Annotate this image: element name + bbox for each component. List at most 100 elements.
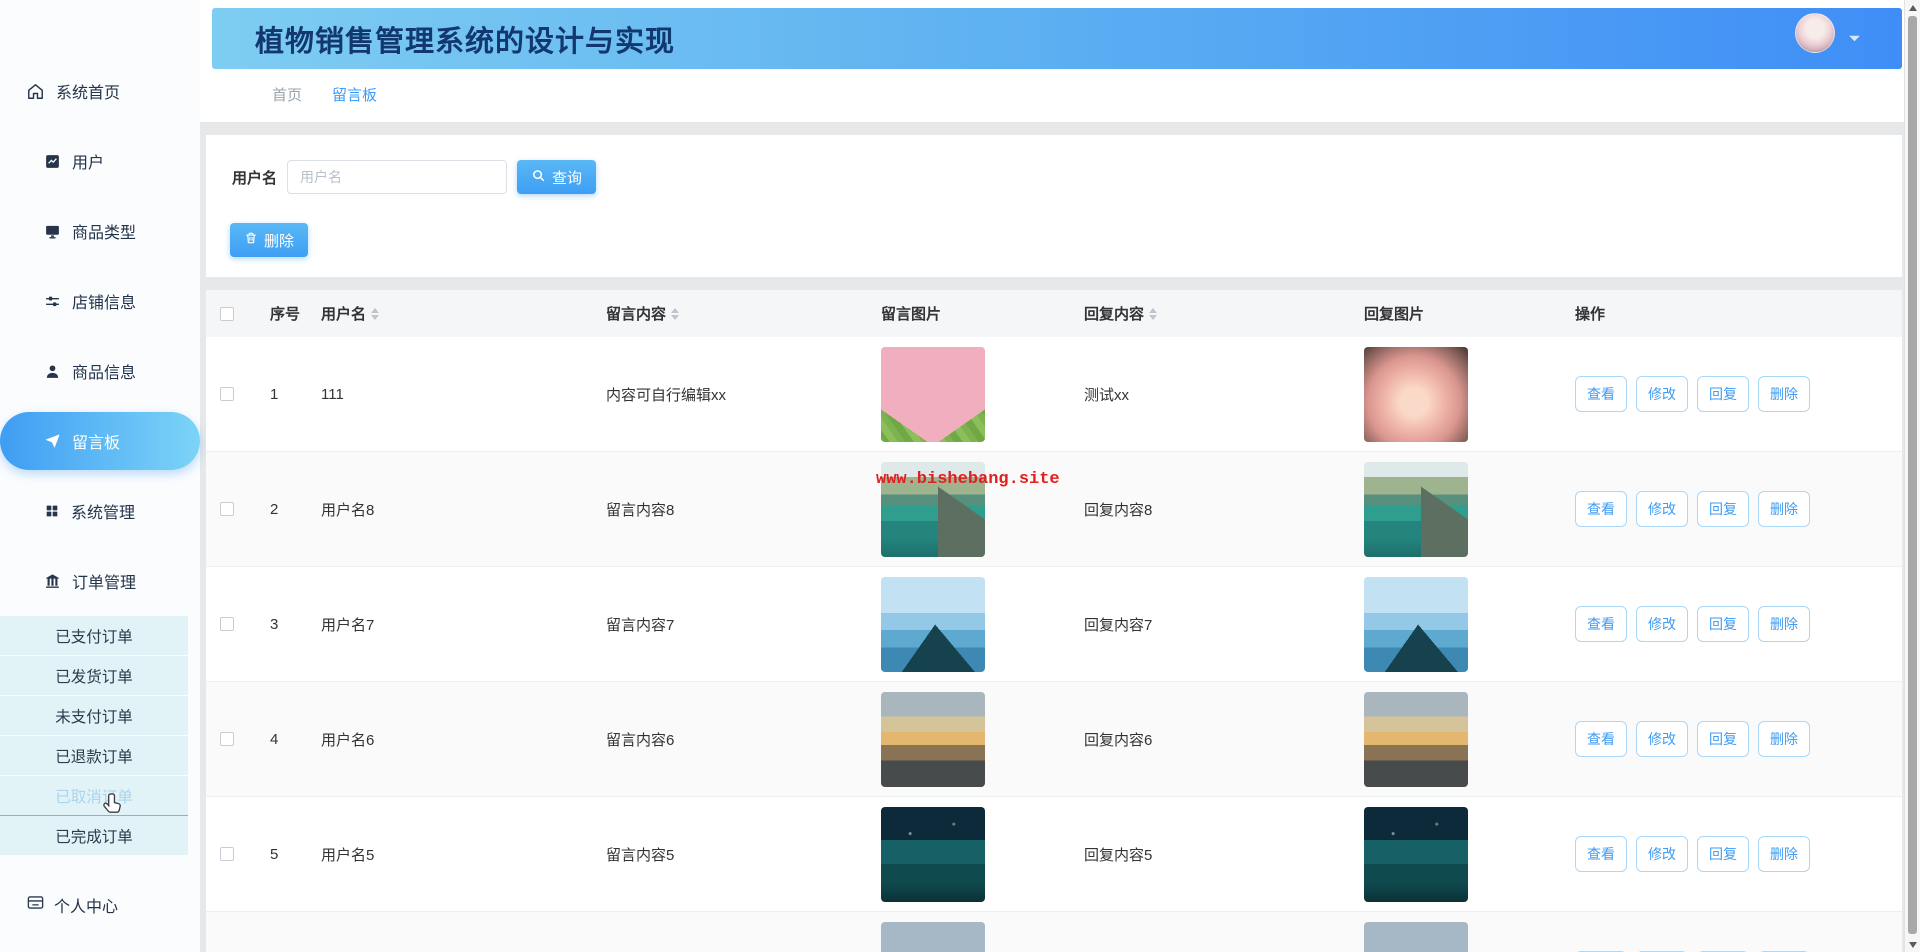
bulk-delete-button[interactable]: 删除 bbox=[230, 223, 308, 257]
reply-button[interactable]: 回复 bbox=[1697, 376, 1749, 412]
view-button[interactable]: 查看 bbox=[1575, 376, 1627, 412]
row-message-content: 留言内容7 bbox=[592, 567, 872, 681]
trash-icon bbox=[244, 231, 258, 249]
sidebar-item-message-board[interactable]: 留言板 bbox=[0, 412, 200, 470]
edit-button[interactable]: 修改 bbox=[1636, 376, 1688, 412]
sort-carets-icon[interactable] bbox=[371, 308, 379, 320]
sort-carets-icon[interactable] bbox=[1149, 308, 1157, 320]
edit-button[interactable]: 修改 bbox=[1636, 836, 1688, 872]
row-message-image-cell bbox=[872, 337, 1068, 451]
row-username bbox=[312, 912, 592, 952]
column-label: 留言内容 bbox=[606, 303, 666, 324]
view-button[interactable]: 查看 bbox=[1575, 836, 1627, 872]
row-message-image-cell bbox=[872, 452, 1068, 566]
table-row: 2用户名8留言内容8回复内容8查看修改回复删除 bbox=[206, 452, 1902, 567]
submenu-item-unpaid-orders[interactable]: 未支付订单 bbox=[0, 696, 188, 736]
sidebar-item-users[interactable]: 用户 bbox=[0, 126, 200, 196]
reply-button[interactable]: 回复 bbox=[1697, 606, 1749, 642]
delete-button[interactable]: 删除 bbox=[1758, 491, 1810, 527]
scroll-up-arrow[interactable] bbox=[1909, 5, 1917, 11]
row-reply-content bbox=[1068, 912, 1354, 952]
row-message-content: 内容可自行编辑xx bbox=[592, 337, 872, 451]
reply-image[interactable] bbox=[1364, 922, 1468, 952]
column-header-reply[interactable]: 回复内容 bbox=[1068, 290, 1354, 337]
submenu-item-refunded-orders[interactable]: 已退款订单 bbox=[0, 736, 188, 776]
reply-image[interactable] bbox=[1364, 577, 1468, 672]
view-button[interactable]: 查看 bbox=[1575, 491, 1627, 527]
column-header-content[interactable]: 留言内容 bbox=[592, 290, 872, 337]
edit-button[interactable]: 修改 bbox=[1636, 491, 1688, 527]
query-button[interactable]: 查询 bbox=[517, 160, 596, 194]
row-actions: 查看修改回复删除 bbox=[1550, 452, 1902, 566]
row-actions: 查看修改回复删除 bbox=[1550, 337, 1902, 451]
view-button[interactable]: 查看 bbox=[1575, 606, 1627, 642]
row-select-cell bbox=[206, 452, 254, 566]
row-select-cell bbox=[206, 912, 254, 952]
sidebar-item-personal-center[interactable]: 个人中心 bbox=[26, 893, 118, 917]
message-image[interactable] bbox=[881, 347, 985, 442]
row-actions: 查看修改回复删除 bbox=[1550, 912, 1902, 952]
search-icon bbox=[531, 168, 546, 187]
row-checkbox[interactable] bbox=[220, 387, 234, 401]
message-image[interactable] bbox=[881, 692, 985, 787]
sidebar-item-order-mgmt[interactable]: 订单管理 bbox=[0, 546, 200, 616]
breadcrumb-item-home[interactable]: 首页 bbox=[272, 84, 302, 105]
column-header-select[interactable] bbox=[206, 290, 254, 337]
message-image[interactable] bbox=[881, 577, 985, 672]
row-checkbox[interactable] bbox=[220, 732, 234, 746]
message-image[interactable] bbox=[881, 922, 985, 952]
column-header-username[interactable]: 用户名 bbox=[312, 290, 592, 337]
reply-image[interactable] bbox=[1364, 462, 1468, 557]
row-checkbox[interactable] bbox=[220, 502, 234, 516]
search-label: 用户名 bbox=[232, 167, 277, 188]
row-message-content: 留言内容8 bbox=[592, 452, 872, 566]
submenu-item-shipped-orders[interactable]: 已发货订单 bbox=[0, 656, 188, 696]
reply-button[interactable]: 回复 bbox=[1697, 721, 1749, 757]
row-username: 用户名7 bbox=[312, 567, 592, 681]
row-message-image-cell bbox=[872, 682, 1068, 796]
view-button[interactable]: 查看 bbox=[1575, 721, 1627, 757]
delete-button[interactable]: 删除 bbox=[1758, 721, 1810, 757]
scroll-down-arrow[interactable] bbox=[1909, 942, 1917, 948]
user-avatar[interactable] bbox=[1795, 13, 1835, 53]
sidebar-item-system-mgmt[interactable]: 系统管理 bbox=[0, 476, 200, 546]
select-all-checkbox[interactable] bbox=[220, 307, 234, 321]
grid-icon bbox=[44, 503, 60, 519]
message-image[interactable] bbox=[881, 807, 985, 902]
reply-image[interactable] bbox=[1364, 807, 1468, 902]
sidebar: 系统首页用户商品类型店铺信息商品信息留言板系统管理订单管理 已支付订单已发货订单… bbox=[0, 0, 200, 952]
submenu-item-paid-orders[interactable]: 已支付订单 bbox=[0, 616, 188, 656]
row-reply-image-cell bbox=[1354, 337, 1550, 451]
row-reply-content: 回复内容5 bbox=[1068, 797, 1354, 911]
delete-button[interactable]: 删除 bbox=[1758, 836, 1810, 872]
row-select-cell bbox=[206, 567, 254, 681]
row-message-content: 留言内容6 bbox=[592, 682, 872, 796]
row-reply-image-cell bbox=[1354, 797, 1550, 911]
delete-button[interactable]: 删除 bbox=[1758, 606, 1810, 642]
breadcrumb-item-message-board[interactable]: 留言板 bbox=[332, 84, 377, 105]
sidebar-item-shop-info[interactable]: 店铺信息 bbox=[0, 266, 200, 336]
message-table: 序号用户名留言内容留言图片回复内容回复图片操作 1111内容可自行编辑xx测试x… bbox=[206, 290, 1902, 952]
scroll-thumb[interactable] bbox=[1908, 16, 1917, 934]
edit-button[interactable]: 修改 bbox=[1636, 721, 1688, 757]
sidebar-item-home[interactable]: 系统首页 bbox=[0, 56, 200, 126]
reply-button[interactable]: 回复 bbox=[1697, 491, 1749, 527]
sidebar-item-product-type[interactable]: 商品类型 bbox=[0, 196, 200, 266]
sidebar-item-product-info[interactable]: 商品信息 bbox=[0, 336, 200, 406]
edit-button[interactable]: 修改 bbox=[1636, 606, 1688, 642]
username-search-input[interactable] bbox=[287, 160, 507, 194]
message-image[interactable] bbox=[881, 462, 985, 557]
chevron-down-icon[interactable] bbox=[1848, 30, 1861, 48]
reply-button[interactable]: 回复 bbox=[1697, 836, 1749, 872]
delete-button[interactable]: 删除 bbox=[1758, 376, 1810, 412]
sort-carets-icon[interactable] bbox=[671, 308, 679, 320]
row-checkbox[interactable] bbox=[220, 847, 234, 861]
sidebar-item-label: 系统首页 bbox=[56, 79, 120, 103]
reply-image[interactable] bbox=[1364, 692, 1468, 787]
row-checkbox[interactable] bbox=[220, 617, 234, 631]
column-label: 回复内容 bbox=[1084, 303, 1144, 324]
submenu-item-cancelled-orders[interactable]: 已取消订单 bbox=[0, 776, 188, 816]
column-label: 用户名 bbox=[321, 303, 366, 324]
submenu-item-completed-orders[interactable]: 已完成订单 bbox=[0, 816, 188, 856]
reply-image[interactable] bbox=[1364, 347, 1468, 442]
